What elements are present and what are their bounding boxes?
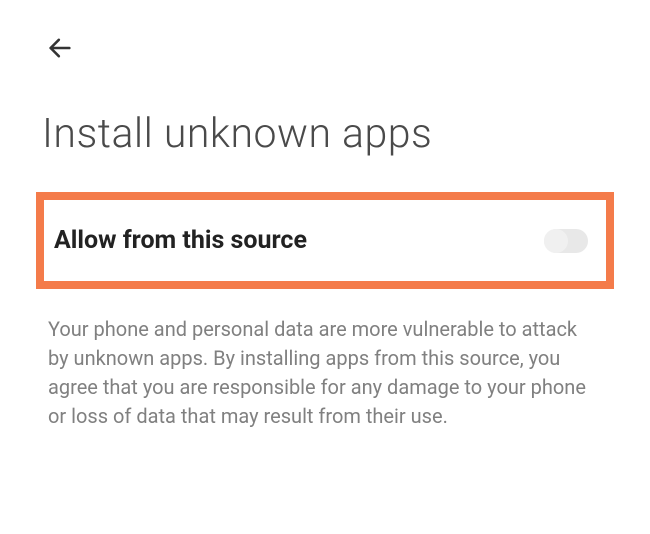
back-arrow-icon <box>46 34 74 62</box>
warning-description: Your phone and personal data are more vu… <box>48 315 602 431</box>
back-button[interactable] <box>36 24 84 72</box>
toggle-knob <box>544 229 568 253</box>
allow-source-setting[interactable]: Allow from this source <box>36 192 614 289</box>
allow-source-toggle[interactable] <box>544 229 588 253</box>
allow-source-label: Allow from this source <box>54 226 307 255</box>
page-title: Install unknown apps <box>42 110 650 158</box>
settings-screen: Install unknown apps Allow from this sou… <box>0 0 650 431</box>
